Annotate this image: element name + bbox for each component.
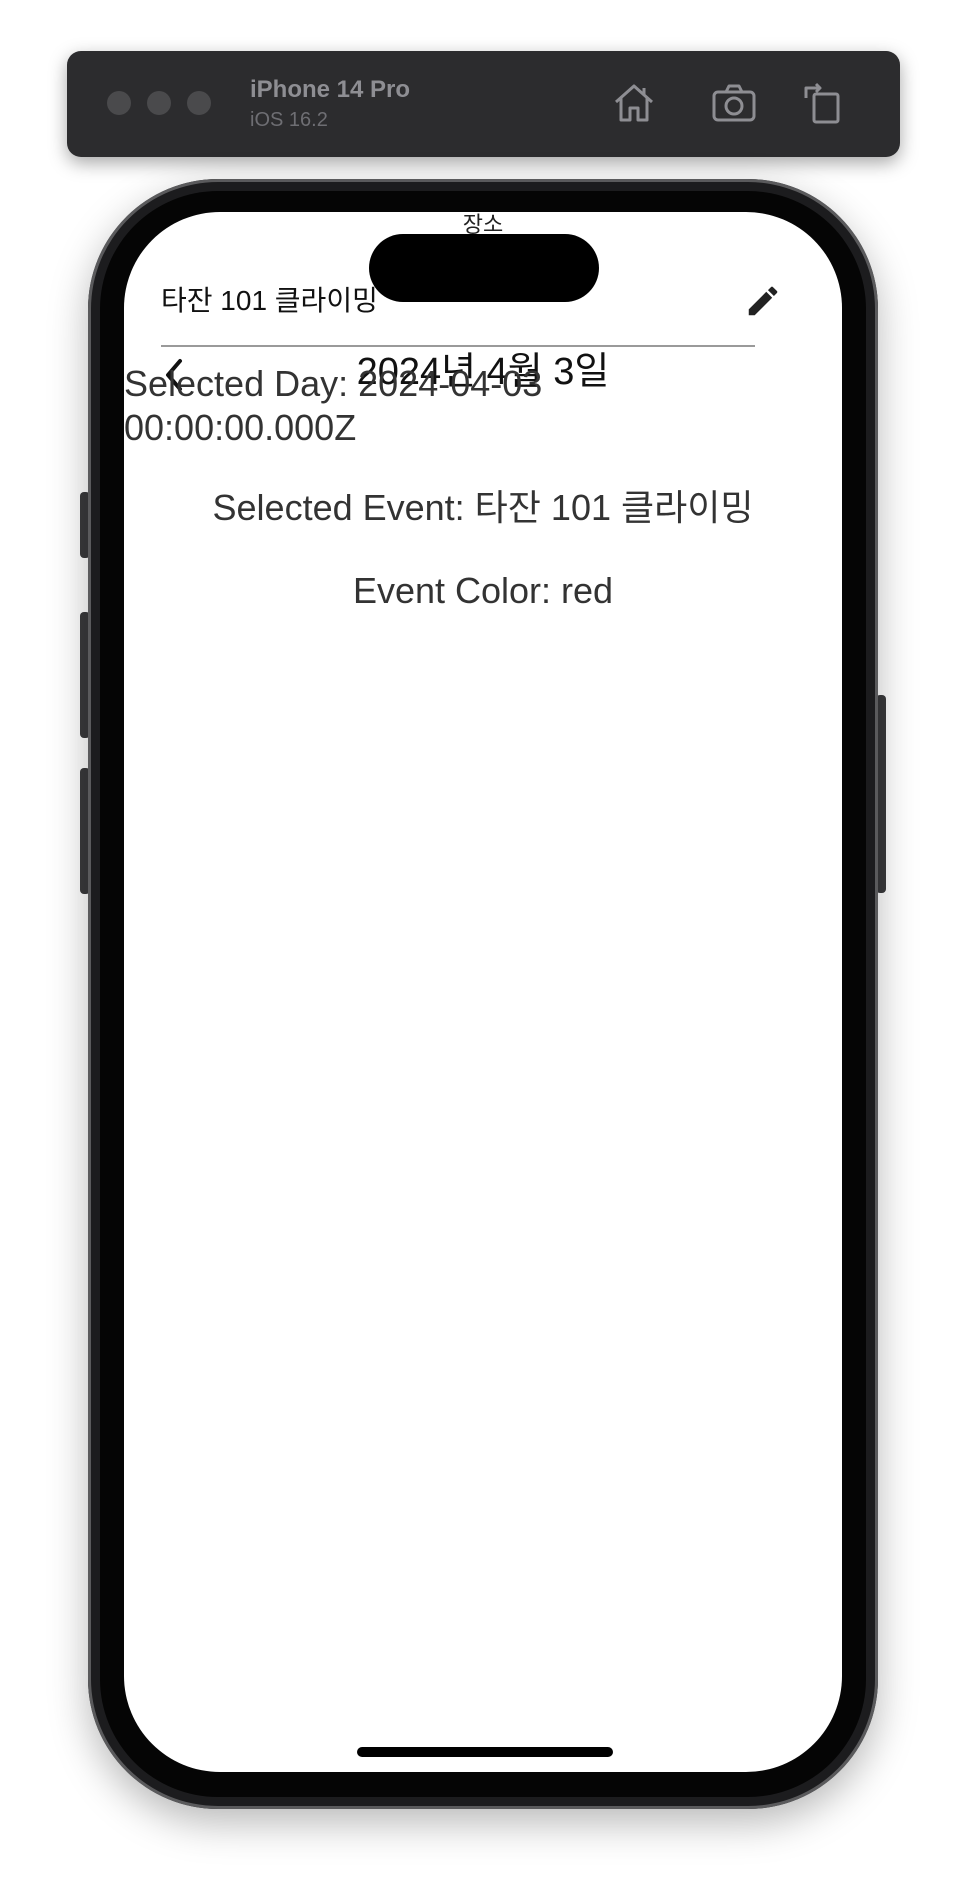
home-indicator[interactable] xyxy=(357,1747,613,1757)
edit-icon[interactable] xyxy=(744,282,782,320)
screenshot-icon[interactable] xyxy=(708,78,760,126)
event-title-field[interactable]: 타잔 101 클라이밍 xyxy=(161,284,378,318)
device-name: iPhone 14 Pro xyxy=(250,76,411,103)
title-underline xyxy=(161,345,755,347)
selected-event-text: Selected Event: 타잔 101 클라이밍 xyxy=(212,487,754,528)
simulator-window: iPhone 14 Pro iOS 16.2 장소 타잔 101 클라이밍 20… xyxy=(0,0,966,1896)
os-version: iOS 16.2 xyxy=(250,109,328,131)
event-color-text: Event Color: red xyxy=(352,570,614,611)
window-close-button[interactable] xyxy=(107,91,131,115)
rotate-icon[interactable] xyxy=(798,78,850,126)
window-zoom-button[interactable] xyxy=(187,91,211,115)
dynamic-island xyxy=(369,234,599,302)
home-icon[interactable] xyxy=(608,78,660,126)
device-screen: 장소 타잔 101 클라이밍 2024년 4월 3일 Selected Day:… xyxy=(124,212,842,1772)
window-minimize-button[interactable] xyxy=(147,91,171,115)
selected-day-text: Selected Day: 2024-04-03 00:00:00.000Z xyxy=(124,363,543,448)
